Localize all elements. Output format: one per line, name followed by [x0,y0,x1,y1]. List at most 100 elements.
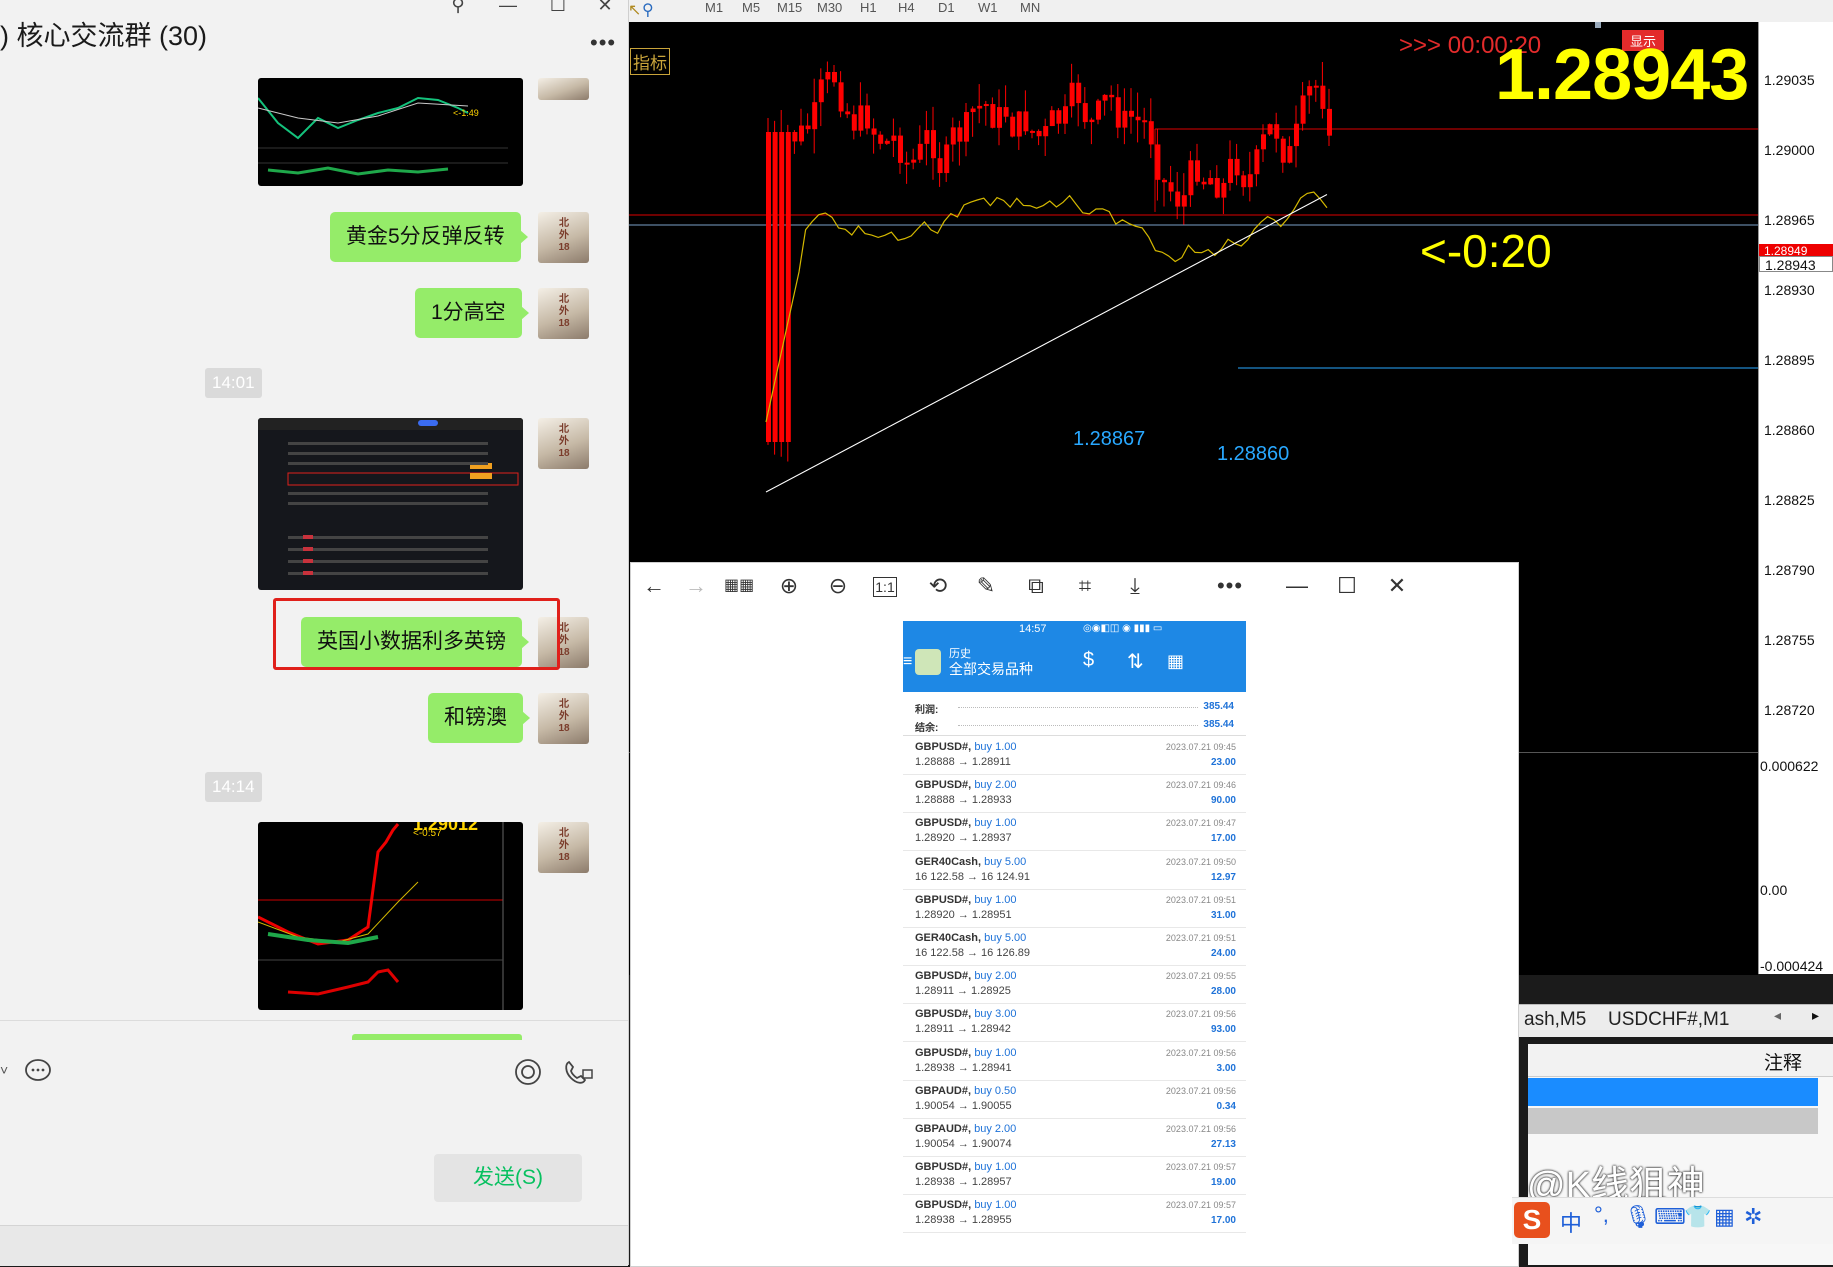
more-icon[interactable]: ••• [1215,571,1245,601]
message-bubble[interactable]: 和镑澳 [428,693,530,743]
message-bubble-partial[interactable] [352,1034,522,1040]
timeframe-m15[interactable]: M15 [777,0,802,15]
back-icon[interactable]: ← [639,571,669,601]
ime-more-icon[interactable]: ✲ [1744,1204,1762,1230]
message-bubble[interactable]: 1分高空 [415,288,529,338]
minimize-icon[interactable]: — [488,0,528,16]
symbol-filter[interactable]: 全部交易品种 [949,659,1033,679]
timeframe-buttons: ↖ ⚲ M1 M5 M15 M30 H1 H4 D1 W1 MN [628,0,1833,22]
timeframe-m30[interactable]: M30 [817,0,842,15]
price-tick: 1.28825 [1764,492,1815,508]
red-highlight-box [273,598,560,670]
download-icon[interactable]: ⤓ [1120,571,1150,601]
edit-icon[interactable]: ✎ [971,571,1001,601]
ime-keyboard-icon[interactable]: ⌨ [1654,1204,1686,1230]
trade-row[interactable]: GER40Cash, buy 5.00 16 122.58 → 16 124.91… [903,851,1246,890]
calendar-icon[interactable]: ▦ [1167,651,1184,672]
comment-column-header[interactable]: 注释 [1528,1044,1833,1077]
candle-body [1195,160,1200,182]
timeframe-h1[interactable]: H1 [860,0,877,15]
viewer-maximize-icon[interactable]: ☐ [1332,571,1362,601]
tabs-prev-icon[interactable]: ◂ [1774,1007,1781,1024]
ime-chinese-mode-icon[interactable]: 中 [1560,1206,1582,1238]
video-call-icon[interactable] [563,1058,595,1086]
trade-row[interactable]: GBPUSD#, buy 3.00 1.28911 → 1.28942 2023.0… [903,1003,1246,1043]
symbol-tab[interactable]: USDCHF#,M1 [1608,1009,1729,1031]
menu-icon[interactable]: ≡ [903,653,912,671]
ime-voice-icon[interactable]: 🎙 [1624,1204,1652,1230]
zoom-out-icon[interactable]: ⊖ [823,571,853,601]
currency-icon[interactable]: $ [1083,649,1094,672]
trade-row[interactable]: GBPUSD#, buy 1.00 1.28920 → 1.28937 2023.0… [903,812,1246,852]
chat-history-icon[interactable] [24,1058,52,1084]
sogou-logo-icon[interactable]: S [1514,1202,1550,1238]
terminal-row[interactable] [1528,1108,1818,1134]
forward-icon[interactable]: → [681,571,711,601]
trade-row[interactable]: GER40Cash, buy 5.00 16 122.58 → 16 126.89… [903,927,1246,966]
timeframe-w1[interactable]: W1 [978,0,998,15]
candle-body [1234,158,1240,176]
translate-icon[interactable]: ⧉ [1021,571,1051,601]
trade-row[interactable]: GBPUSD#, buy 1.00 1.28938 → 1.28957 2023.0… [903,1156,1246,1196]
ime-punctuation-icon[interactable]: °, [1594,1202,1609,1228]
chat-image-trades[interactable] [258,418,523,590]
zoom-tool-icon[interactable]: ⚲ [642,0,654,20]
viewer-minimize-icon[interactable]: — [1282,571,1312,601]
chat-image-chart-1[interactable]: <-1:49 [258,78,523,186]
timeframe-m5[interactable]: M5 [742,0,760,15]
timeframe-m1[interactable]: M1 [705,0,723,15]
trade-time: 2023.07.21 09:45 [1165,742,1236,752]
sort-icon[interactable]: ⇅ [1127,649,1144,674]
crosshair-icon[interactable]: ↖ [628,0,641,20]
close-icon[interactable]: ✕ [585,0,625,16]
trade-row[interactable]: GBPUSD#, buy 1.00 1.28920 → 1.28951 2023.0… [903,889,1246,928]
price-tick: 1.29000 [1764,142,1815,158]
trade-row[interactable]: GBPUSD#, buy 2.00 1.28911 → 1.28925 2023.0… [903,965,1246,1005]
trade-row[interactable]: GBPUSD#, buy 1.00 1.28938 → 1.28941 2023.0… [903,1042,1246,1081]
candle-body [964,112,969,142]
live-stream-icon[interactable] [514,1058,542,1086]
trade-row[interactable]: GBPUSD#, buy 2.00 1.28888 → 1.28933 2023.0… [903,774,1246,814]
terminal-selected-row[interactable] [1528,1078,1818,1106]
toolbar-caret-icon[interactable]: ˅ [0,1062,8,1078]
avatar[interactable] [538,78,589,100]
send-button[interactable]: 发送(S) [434,1154,582,1202]
trade-row[interactable]: GBPAUD#, buy 2.00 1.90054 → 1.90074 2023.0… [903,1118,1246,1157]
more-options-icon[interactable]: ••• [590,30,616,56]
actual-size-icon[interactable]: 1:1 [873,577,897,597]
candle-body [1030,130,1035,133]
pin-icon[interactable]: ⚲ [438,0,478,16]
viewer-close-icon[interactable]: ✕ [1382,571,1412,601]
candle-body [1247,174,1253,188]
ime-toolbox-icon[interactable]: ▦ [1714,1204,1735,1230]
avatar[interactable]: 北外 18 [538,418,589,469]
chat-image-chart-2[interactable]: 1.29012 <-0:57 [258,822,523,1010]
candle-body [1122,110,1128,128]
avatar[interactable]: 北外 18 [538,822,589,873]
ime-skin-icon[interactable]: 👕 [1684,1204,1711,1230]
trade-row[interactable]: GBPUSD#, buy 1.00 1.28938 → 1.28955 2023.0… [903,1194,1246,1234]
avatar[interactable]: 北外 18 [538,693,589,744]
grid-view-icon[interactable]: ▦▦ [724,571,754,601]
avatar[interactable]: 北外 18 [538,288,589,339]
maximize-icon[interactable]: ☐ [538,0,578,16]
message-bubble[interactable]: 黄金5分反弹反转 [330,212,528,262]
symbol-tab[interactable]: ash,M5 [1524,1009,1586,1031]
trade-row[interactable]: GBPAUD#, buy 0.50 1.90054 → 1.90055 2023.0… [903,1080,1246,1119]
timeframe-h4[interactable]: H4 [898,0,915,15]
trade-history-list: GBPUSD#, buy 1.00 1.28888 → 1.28911 2023.0… [903,736,1246,1266]
price-marker: 1.28943 [1759,256,1833,273]
avatar[interactable]: 北外 18 [538,212,589,263]
candle-body [1300,95,1306,124]
rotate-icon[interactable]: ⟲ [923,571,953,601]
timeframe-mn[interactable]: MN [1020,0,1040,15]
timeframe-d1[interactable]: D1 [938,0,955,15]
tabs-next-icon[interactable]: ▸ [1812,1007,1819,1024]
candle-body [1181,195,1187,207]
chart-thumbnail: 1.29012 <-0:57 [258,822,504,1010]
zoom-in-icon[interactable]: ⊕ [774,571,804,601]
trade-row[interactable]: GBPUSD#, buy 1.00 1.28888 → 1.28911 2023.0… [903,736,1246,775]
ocr-icon[interactable]: ⌗ [1070,571,1100,601]
price-tick: 1.28930 [1764,282,1815,298]
trade-action: buy 1.00 [974,1046,1017,1059]
